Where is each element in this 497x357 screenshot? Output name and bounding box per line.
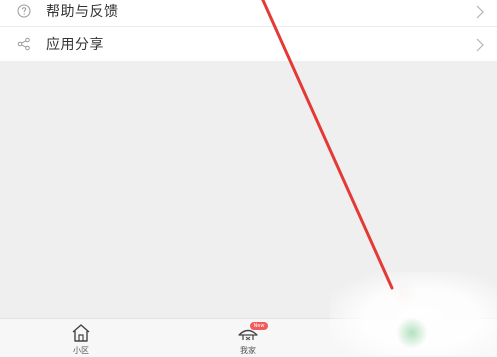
- tab-label: 小区: [73, 346, 89, 355]
- share-icon: [16, 36, 32, 52]
- home-icon: [70, 323, 92, 343]
- chevron-right-icon: [475, 37, 485, 52]
- content-area: [0, 68, 497, 318]
- menu-item-app-share[interactable]: 应用分享: [0, 27, 497, 61]
- watermark-blob: [395, 318, 429, 348]
- house-roof-icon: New: [237, 322, 268, 343]
- tab-my-home[interactable]: New 我家: [208, 319, 288, 357]
- watermark-blob: [392, 280, 416, 308]
- tab-label: 我家: [240, 346, 256, 355]
- new-badge: New: [250, 322, 268, 330]
- menu-item-label: 应用分享: [46, 37, 104, 53]
- chevron-right-icon: [475, 4, 485, 19]
- tab-community[interactable]: 小区: [41, 319, 121, 357]
- settings-menu-list: 帮助与反馈 应用分享: [0, 0, 497, 61]
- menu-item-label: 帮助与反馈: [46, 4, 119, 20]
- menu-item-help-feedback[interactable]: 帮助与反馈: [0, 0, 497, 26]
- help-circle-icon: [16, 3, 32, 19]
